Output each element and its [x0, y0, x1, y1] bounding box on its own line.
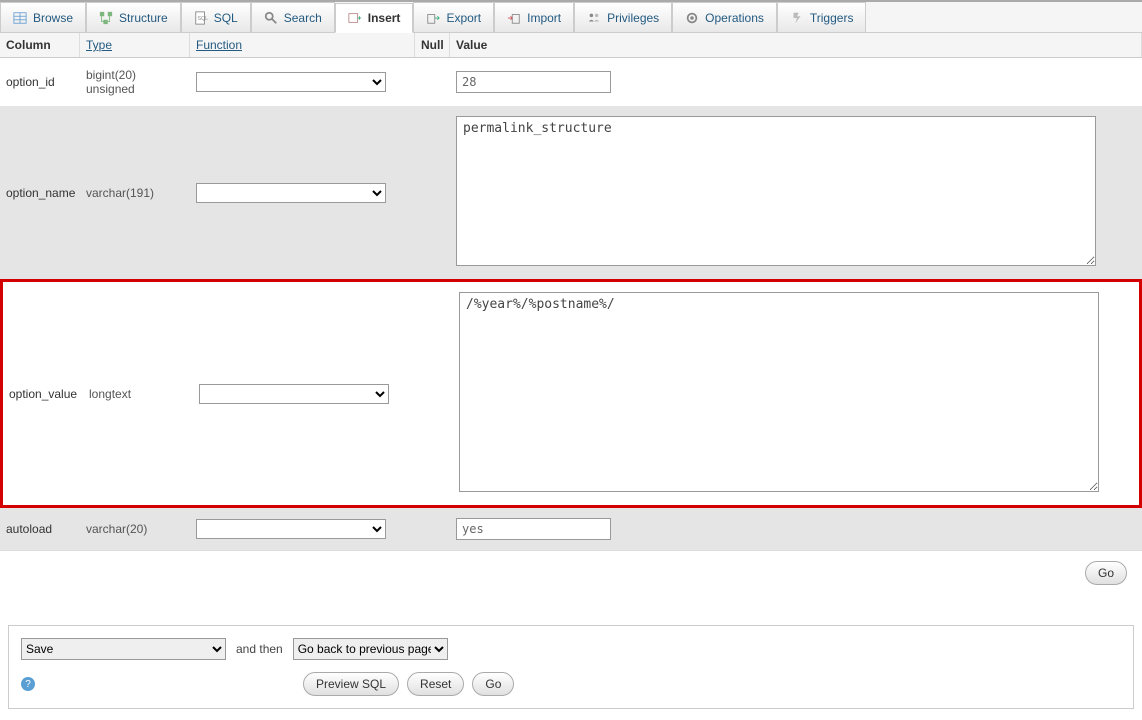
tab-operations[interactable]: Operations — [672, 2, 777, 32]
and-then-label: and then — [236, 642, 283, 656]
col-name: option_id — [0, 75, 80, 89]
col-name: option_value — [3, 387, 83, 401]
preview-sql-button[interactable]: Preview SQL — [303, 672, 399, 696]
header-type[interactable]: Type — [86, 38, 112, 52]
header-value: Value — [456, 38, 487, 52]
function-select[interactable] — [196, 183, 386, 203]
go-button[interactable]: Go — [1085, 561, 1127, 585]
operations-icon — [685, 11, 699, 25]
tabs-bar: Browse Structure SQL SQL Search Insert E… — [0, 0, 1142, 33]
header-null: Null — [421, 38, 444, 52]
row-option-id: option_id bigint(20) unsigned — [0, 58, 1142, 106]
tab-label: Triggers — [810, 11, 854, 25]
help-icon[interactable]: ? — [21, 677, 35, 691]
reset-button[interactable]: Reset — [407, 672, 464, 696]
col-type: bigint(20) unsigned — [80, 68, 190, 96]
tab-label: Operations — [705, 11, 764, 25]
tab-search[interactable]: Search — [251, 2, 335, 32]
table-icon — [13, 11, 27, 25]
footer-box: Save and then Go back to previous page ?… — [8, 625, 1134, 709]
tab-sql[interactable]: SQL SQL — [181, 2, 251, 32]
row-option-name: option_name varchar(191) — [0, 106, 1142, 279]
sql-icon: SQL — [194, 11, 208, 25]
header-column: Column — [6, 38, 51, 52]
col-type: varchar(20) — [80, 522, 190, 536]
save-select[interactable]: Save — [21, 638, 226, 660]
tab-triggers[interactable]: Triggers — [777, 2, 867, 32]
row-option-value: option_value longtext — [0, 279, 1142, 508]
tab-browse[interactable]: Browse — [0, 2, 86, 32]
search-icon — [264, 11, 278, 25]
tab-import[interactable]: Import — [494, 2, 574, 32]
header-function[interactable]: Function — [196, 38, 242, 52]
tab-label: Import — [527, 11, 561, 25]
tab-insert[interactable]: Insert — [335, 3, 414, 33]
tab-export[interactable]: Export — [413, 2, 494, 32]
insert-icon — [348, 11, 362, 25]
col-name: autoload — [0, 522, 80, 536]
tab-privileges[interactable]: Privileges — [574, 2, 672, 32]
tab-label: SQL — [214, 11, 238, 25]
value-input[interactable] — [456, 71, 611, 93]
svg-text:SQL: SQL — [197, 15, 208, 21]
tab-label: Insert — [368, 11, 401, 25]
triggers-icon — [790, 11, 804, 25]
tab-label: Export — [446, 11, 481, 25]
function-select[interactable] — [199, 384, 389, 404]
import-icon — [507, 11, 521, 25]
row-autoload: autoload varchar(20) — [0, 508, 1142, 550]
function-select[interactable] — [196, 72, 386, 92]
value-input[interactable] — [456, 518, 611, 540]
tab-label: Privileges — [607, 11, 659, 25]
tab-label: Search — [284, 11, 322, 25]
go-button-footer[interactable]: Go — [472, 672, 514, 696]
col-name: option_name — [0, 186, 80, 200]
col-type: longtext — [83, 387, 193, 401]
structure-icon — [99, 11, 113, 25]
column-headers: Column Type Function Null Value — [0, 33, 1142, 58]
privileges-icon — [587, 11, 601, 25]
go-row: Go — [0, 550, 1142, 595]
then-select[interactable]: Go back to previous page — [293, 638, 448, 660]
export-icon — [426, 11, 440, 25]
function-select[interactable] — [196, 519, 386, 539]
value-textarea[interactable] — [456, 116, 1096, 266]
col-type: varchar(191) — [80, 186, 190, 200]
tab-label: Browse — [33, 11, 73, 25]
tab-label: Structure — [119, 11, 168, 25]
value-textarea[interactable] — [459, 292, 1099, 492]
tab-structure[interactable]: Structure — [86, 2, 181, 32]
